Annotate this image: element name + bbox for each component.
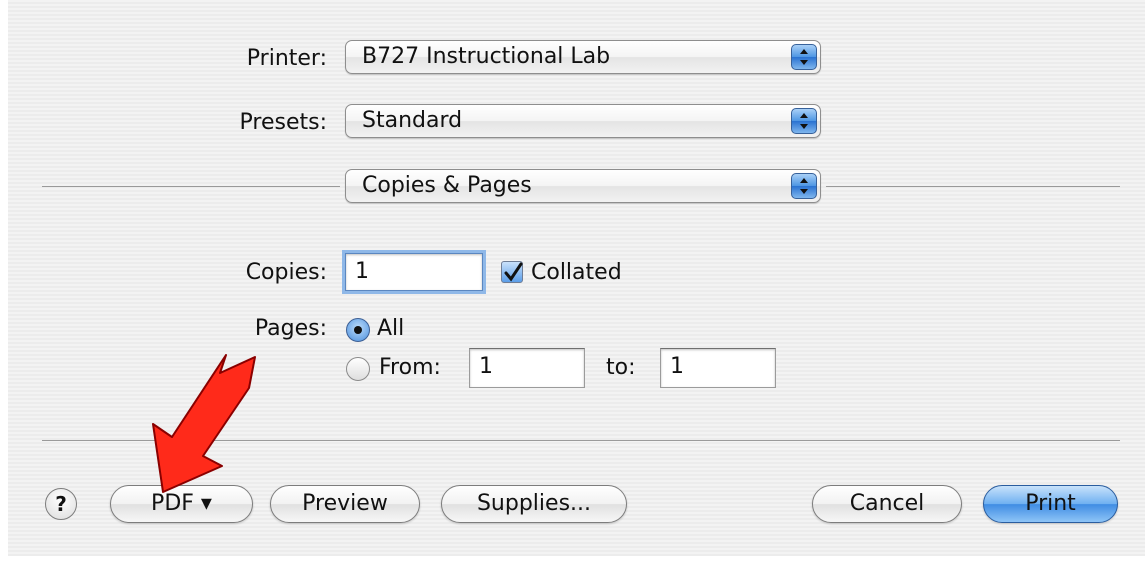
popup-arrows-icon <box>791 173 817 199</box>
print-button[interactable]: Print <box>983 485 1118 523</box>
popup-arrows-icon <box>791 108 817 134</box>
presets-popup[interactable]: Standard <box>345 104 821 138</box>
pages-from-label: From: <box>379 355 441 380</box>
collated-label: Collated <box>531 260 622 285</box>
section-divider-right <box>826 186 1120 187</box>
checkmark-icon <box>504 262 523 282</box>
presets-label: Presets: <box>239 110 327 135</box>
section-divider-left <box>42 186 340 187</box>
pages-to-label: to: <box>606 355 636 380</box>
collated-checkbox[interactable] <box>501 261 523 283</box>
pages-label: Pages: <box>254 316 327 341</box>
presets-value: Standard <box>362 108 463 133</box>
help-button[interactable]: ? <box>45 488 77 520</box>
pages-to-field[interactable]: 1 <box>660 348 776 388</box>
supplies-button[interactable]: Supplies... <box>441 485 627 523</box>
bottom-divider <box>42 440 1120 441</box>
pages-all-label: All <box>377 316 405 341</box>
copies-field[interactable]: 1 <box>345 253 483 291</box>
pdf-menu-button[interactable]: PDF ▾ <box>110 485 253 523</box>
pages-all-radio[interactable] <box>346 318 370 342</box>
pages-from-radio[interactable] <box>346 357 370 381</box>
popup-arrows-icon <box>791 44 817 70</box>
section-value: Copies & Pages <box>362 173 532 198</box>
printer-popup[interactable]: B727 Instructional Lab <box>345 40 821 74</box>
pages-from-field[interactable]: 1 <box>469 348 585 388</box>
section-popup[interactable]: Copies & Pages <box>345 169 821 203</box>
preview-button[interactable]: Preview <box>270 485 420 523</box>
printer-label: Printer: <box>246 46 327 71</box>
cancel-button[interactable]: Cancel <box>812 485 962 523</box>
printer-value: B727 Instructional Lab <box>362 44 611 69</box>
copies-label: Copies: <box>245 260 327 285</box>
